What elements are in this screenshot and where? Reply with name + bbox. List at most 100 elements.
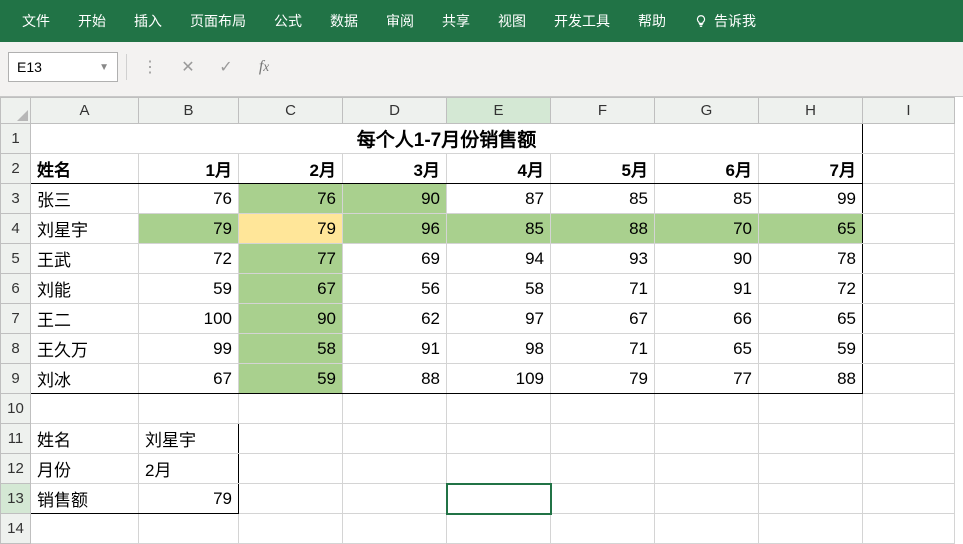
lookup-label-r12[interactable]: 月份 xyxy=(31,454,139,484)
cell-r10-c4[interactable] xyxy=(447,394,551,424)
header-month-4[interactable]: 5月 xyxy=(551,154,655,184)
cell-r14-c6[interactable] xyxy=(655,514,759,544)
ribbon-tab-5[interactable]: 数据 xyxy=(316,1,372,41)
header-month-0[interactable]: 1月 xyxy=(139,154,239,184)
cell-r7-c4[interactable]: 67 xyxy=(551,304,655,334)
col-header-C[interactable]: C xyxy=(239,98,343,124)
cell-r11-c4[interactable] xyxy=(447,424,551,454)
fx-icon[interactable]: fx xyxy=(249,52,279,82)
lookup-value-r13[interactable]: 79 xyxy=(139,484,239,514)
ribbon-tab-8[interactable]: 视图 xyxy=(484,1,540,41)
cell-r3-c5[interactable]: 85 xyxy=(655,184,759,214)
cell-r9-c5[interactable]: 77 xyxy=(655,364,759,394)
cell-r11-c7[interactable] xyxy=(759,424,863,454)
cell-r11-c3[interactable] xyxy=(343,424,447,454)
name-r7[interactable]: 王二 xyxy=(31,304,139,334)
expand-icon[interactable]: ⋮ xyxy=(135,52,165,82)
cell-r4-c6[interactable]: 65 xyxy=(759,214,863,244)
lookup-label-r13[interactable]: 销售额 xyxy=(31,484,139,514)
cell-r5-c2[interactable]: 69 xyxy=(343,244,447,274)
cell-r14-c1[interactable] xyxy=(139,514,239,544)
cell-r10-c7[interactable] xyxy=(759,394,863,424)
cell-r6-c4[interactable]: 71 xyxy=(551,274,655,304)
cell-r6-c3[interactable]: 58 xyxy=(447,274,551,304)
dropdown-icon[interactable]: ▼ xyxy=(99,62,109,73)
cell-r13-c2[interactable] xyxy=(239,484,343,514)
cell-I6[interactable] xyxy=(863,274,955,304)
ribbon-tab-3[interactable]: 页面布局 xyxy=(176,1,260,41)
cell-r9-c6[interactable]: 88 xyxy=(759,364,863,394)
cell-r7-c6[interactable]: 65 xyxy=(759,304,863,334)
cell-r14-c3[interactable] xyxy=(343,514,447,544)
cell-r9-c4[interactable]: 79 xyxy=(551,364,655,394)
cell-r10-c3[interactable] xyxy=(343,394,447,424)
header-month-1[interactable]: 2月 xyxy=(239,154,343,184)
name-r8[interactable]: 王久万 xyxy=(31,334,139,364)
ribbon-tab-2[interactable]: 插入 xyxy=(120,1,176,41)
cell-I4[interactable] xyxy=(863,214,955,244)
cell-I1[interactable] xyxy=(863,124,955,154)
cell-I3[interactable] xyxy=(863,184,955,214)
select-all-corner[interactable] xyxy=(1,98,31,124)
spreadsheet-grid[interactable]: ABCDEFGHI1每个人1-7月份销售额2姓名1月2月3月4月5月6月7月3张… xyxy=(0,97,963,544)
cell-r7-c2[interactable]: 62 xyxy=(343,304,447,334)
confirm-icon[interactable]: ✓ xyxy=(211,52,241,82)
cell-r7-c1[interactable]: 90 xyxy=(239,304,343,334)
cell-r12-c4[interactable] xyxy=(447,454,551,484)
header-month-5[interactable]: 6月 xyxy=(655,154,759,184)
cell-r8-c4[interactable]: 71 xyxy=(551,334,655,364)
cell-r10-c5[interactable] xyxy=(551,394,655,424)
name-r5[interactable]: 王武 xyxy=(31,244,139,274)
cell-r10-c0[interactable] xyxy=(31,394,139,424)
cell-r6-c6[interactable]: 72 xyxy=(759,274,863,304)
cell-I8[interactable] xyxy=(863,334,955,364)
cell-r11-c8[interactable] xyxy=(863,424,955,454)
cell-r9-c1[interactable]: 59 xyxy=(239,364,343,394)
name-box[interactable]: E13 ▼ xyxy=(8,52,118,82)
cell-r10-c6[interactable] xyxy=(655,394,759,424)
cell-r13-c6[interactable] xyxy=(655,484,759,514)
cell-r8-c3[interactable]: 98 xyxy=(447,334,551,364)
cell-r4-c3[interactable]: 85 xyxy=(447,214,551,244)
cell-r4-c0[interactable]: 79 xyxy=(139,214,239,244)
cell-r13-c4[interactable] xyxy=(447,484,551,514)
row-header-13[interactable]: 13 xyxy=(1,484,31,514)
cell-r7-c3[interactable]: 97 xyxy=(447,304,551,334)
cell-r6-c5[interactable]: 91 xyxy=(655,274,759,304)
cell-r12-c3[interactable] xyxy=(343,454,447,484)
cell-r8-c1[interactable]: 58 xyxy=(239,334,343,364)
col-header-F[interactable]: F xyxy=(551,98,655,124)
cell-r3-c6[interactable]: 99 xyxy=(759,184,863,214)
cell-r6-c2[interactable]: 56 xyxy=(343,274,447,304)
cell-r5-c1[interactable]: 77 xyxy=(239,244,343,274)
row-header-1[interactable]: 1 xyxy=(1,124,31,154)
col-header-D[interactable]: D xyxy=(343,98,447,124)
row-header-5[interactable]: 5 xyxy=(1,244,31,274)
lookup-value-r12[interactable]: 2月 xyxy=(139,454,239,484)
cell-r7-c5[interactable]: 66 xyxy=(655,304,759,334)
formula-input[interactable] xyxy=(287,52,955,82)
cell-r3-c2[interactable]: 90 xyxy=(343,184,447,214)
cell-r11-c2[interactable] xyxy=(239,424,343,454)
cell-r8-c0[interactable]: 99 xyxy=(139,334,239,364)
cell-r10-c2[interactable] xyxy=(239,394,343,424)
row-header-4[interactable]: 4 xyxy=(1,214,31,244)
cell-r8-c6[interactable]: 59 xyxy=(759,334,863,364)
cell-r13-c8[interactable] xyxy=(863,484,955,514)
cell-I7[interactable] xyxy=(863,304,955,334)
cell-r5-c6[interactable]: 78 xyxy=(759,244,863,274)
cell-r8-c5[interactable]: 65 xyxy=(655,334,759,364)
cell-r6-c1[interactable]: 67 xyxy=(239,274,343,304)
name-r4[interactable]: 刘星宇 xyxy=(31,214,139,244)
col-header-E[interactable]: E xyxy=(447,98,551,124)
row-header-3[interactable]: 3 xyxy=(1,184,31,214)
cell-r5-c0[interactable]: 72 xyxy=(139,244,239,274)
cell-I9[interactable] xyxy=(863,364,955,394)
cell-r11-c5[interactable] xyxy=(551,424,655,454)
row-header-9[interactable]: 9 xyxy=(1,364,31,394)
ribbon-tab-4[interactable]: 公式 xyxy=(260,1,316,41)
header-name[interactable]: 姓名 xyxy=(31,154,139,184)
ribbon-tab-6[interactable]: 审阅 xyxy=(372,1,428,41)
row-header-11[interactable]: 11 xyxy=(1,424,31,454)
cell-r3-c0[interactable]: 76 xyxy=(139,184,239,214)
